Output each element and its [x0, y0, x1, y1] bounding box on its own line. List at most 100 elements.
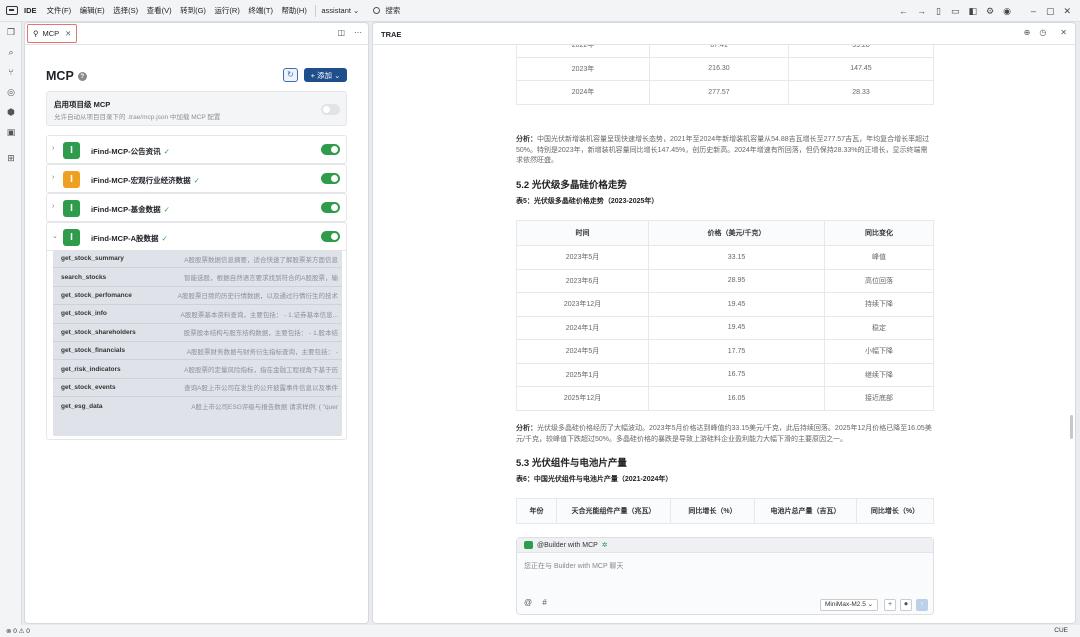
- menu-terminal[interactable]: 终端(T): [248, 5, 273, 16]
- tool-row[interactable]: get_stock_perfomance A股股票日频的历史行情数据，以及通过行情…: [53, 287, 342, 306]
- tool-row[interactable]: get_risk_indicators A股股票的定量风险指标，指在金融工程视角下…: [53, 360, 342, 379]
- explorer-icon[interactable]: ❐: [0, 22, 22, 42]
- maximize-icon[interactable]: ▢: [1046, 6, 1055, 17]
- add-button[interactable]: + 添加 ⌄: [304, 68, 347, 82]
- tool-row[interactable]: search_stocks 智能选股，根据自然语言要求找到符合的A股股票，输: [53, 268, 342, 287]
- mic-icon[interactable]: ⏺: [900, 599, 912, 611]
- mention-icon[interactable]: @: [524, 598, 532, 607]
- tool-desc: 股票股本结构与股东结构数据，主要包括： - 1.股本结: [183, 330, 338, 338]
- mcp-tab-row: ⚲ MCP ✕ ◫ ⋯: [25, 23, 368, 45]
- tab-mcp[interactable]: ⚲ MCP ✕: [27, 24, 78, 43]
- hash-icon[interactable]: #: [542, 598, 546, 607]
- table-row: 2023年5月 33.15 峰值: [516, 245, 934, 270]
- tool-name: search_stocks: [61, 273, 107, 281]
- layout-right-icon[interactable]: ◧: [968, 6, 977, 17]
- trae-header: TRAE ⊕ ◷ ✕: [373, 23, 1075, 45]
- new-chat-icon[interactable]: ⊕: [1024, 28, 1031, 37]
- server-toggle[interactable]: [321, 231, 340, 242]
- search-box[interactable]: 搜索: [373, 5, 400, 16]
- chat-context-bar: @Builder with MCP ✲: [517, 538, 933, 553]
- tool-desc: A股股票数据信息摘要，适合快速了解股票某方面信息: [184, 256, 338, 264]
- tool-row[interactable]: get_stock_events 查询A股上市公司在发生的公开披露事件信息以及事件: [53, 379, 342, 398]
- server-row[interactable]: › I iFind-MCP-基金数据 ✓: [46, 193, 347, 222]
- chevron-right-icon[interactable]: ›: [52, 203, 54, 210]
- minimize-icon[interactable]: –: [1030, 6, 1037, 16]
- close-tab-icon[interactable]: ✕: [65, 29, 71, 38]
- tool-name: get_esg_data: [61, 402, 103, 410]
- send-button[interactable]: ↑: [916, 599, 928, 611]
- chevron-right-icon[interactable]: ›: [52, 145, 54, 152]
- menu-select[interactable]: 选择(S): [113, 5, 138, 16]
- project-mcp-toggle[interactable]: [321, 104, 340, 115]
- activity-bar: ❐ ⌕ ⑂ ◎ ⬢ ▣ ⊞: [0, 22, 22, 625]
- server-toggle[interactable]: [321, 144, 340, 155]
- remote-icon[interactable]: ▣: [0, 122, 22, 142]
- chat-input[interactable]: 您正在与 Builder with MCP 聊天: [524, 561, 623, 571]
- server-icon: I: [63, 171, 80, 188]
- more-icon[interactable]: ⋯: [354, 28, 362, 37]
- settings-icon[interactable]: ⚙: [986, 6, 994, 17]
- layout-left-icon[interactable]: ▯: [935, 6, 942, 17]
- table-row: 2023年 216.30 147.45: [516, 56, 934, 81]
- back-icon[interactable]: ←: [899, 6, 908, 16]
- help-icon[interactable]: ?: [77, 72, 87, 82]
- source-control-icon[interactable]: ⑂: [0, 62, 22, 82]
- chevron-down-icon[interactable]: ⌄: [52, 232, 58, 240]
- scrollbar[interactable]: [1070, 415, 1073, 439]
- account-icon[interactable]: ◉: [1003, 6, 1011, 17]
- chevron-right-icon[interactable]: ›: [52, 174, 54, 181]
- tools-icon[interactable]: ✲: [602, 541, 608, 549]
- chat-actions: @ #: [524, 598, 547, 607]
- tool-desc: 查询A股上市公司在发生的公开披露事件信息以及事件: [184, 385, 338, 393]
- tool-desc: A股股票的定量风险指标，指在金融工程视角下基于历: [184, 367, 338, 375]
- server-row[interactable]: › I iFind-MCP-公告资讯 ✓: [46, 135, 347, 164]
- menu-view[interactable]: 查看(V): [147, 5, 172, 16]
- problems-count[interactable]: ⊗ 0 ⚠ 0: [6, 627, 30, 635]
- menu-help[interactable]: 帮助(H): [281, 5, 306, 16]
- tool-row[interactable]: get_stock_shareholders 股票股本结构与股东结构数据，主要包括…: [53, 324, 342, 342]
- server-name: iFind-MCP-A股数据 ✓: [91, 234, 168, 243]
- server-toggle[interactable]: [321, 202, 340, 213]
- layout-bottom-icon[interactable]: ▭: [951, 6, 960, 17]
- search-files-icon[interactable]: ⌕: [0, 42, 22, 62]
- menu-edit[interactable]: 编辑(E): [80, 5, 105, 16]
- trae-panel: TRAE ⊕ ◷ ✕ 2022年 87.41 59.28 2023年 216.30 14…: [372, 22, 1076, 624]
- trae-header-actions: ⊕ ◷ ✕: [1015, 28, 1067, 37]
- add-context-icon[interactable]: +: [884, 599, 896, 611]
- chat-input-box: @Builder with MCP ✲ 您正在与 Builder with MC…: [516, 537, 934, 615]
- table-row: 2025年12月 16.05 接近底部: [516, 386, 934, 411]
- page-title-text: MCP: [46, 69, 74, 83]
- menu-file[interactable]: 文件(F): [47, 5, 72, 16]
- split-icon[interactable]: ◫: [337, 28, 345, 37]
- forward-icon[interactable]: →: [917, 6, 926, 16]
- table-top: 2022年 87.41 59.28 2023年 216.30 147.45 2024年 2…: [516, 45, 934, 105]
- tool-row[interactable]: get_esg_data A股上市公司ESG评级与报告数据 请求样例: { "qu…: [53, 397, 342, 415]
- tab-actions: ◫ ⋯: [328, 28, 362, 37]
- tool-desc: 智能选股，根据自然语言要求找到符合的A股股票，输: [184, 275, 338, 283]
- tool-desc: A股股票基本资料查询，主要包括： - 1.证券基本信息...: [180, 311, 338, 319]
- tool-name: get_stock_info: [61, 310, 107, 318]
- server-row[interactable]: › I iFind-MCP-宏观行业经济数据 ✓: [46, 164, 347, 193]
- server-toggle[interactable]: [321, 173, 340, 184]
- trae-title: TRAE: [381, 30, 402, 39]
- close-panel-icon[interactable]: ✕: [1060, 28, 1067, 37]
- tool-row[interactable]: get_stock_financials A股股票财务数据与财务衍生指标查询，主要…: [53, 342, 342, 361]
- table-header: 年份 天合光能组件产量（兆瓦） 同比增长（%） 电池片总产量（吉瓦） 同比增长（%）: [516, 498, 934, 524]
- extensions-icon[interactable]: ⬢: [0, 102, 22, 122]
- apps-icon[interactable]: ⊞: [0, 148, 22, 168]
- divider: [315, 4, 317, 17]
- menu-goto[interactable]: 转到(G): [180, 5, 206, 16]
- debug-icon[interactable]: ◎: [0, 82, 22, 102]
- tool-row[interactable]: get_stock_summary A股股票数据信息摘要，适合快速了解股票某方面信…: [53, 250, 342, 269]
- history-icon[interactable]: ◷: [1039, 28, 1046, 37]
- tool-name: get_stock_financials: [61, 347, 125, 355]
- model-select[interactable]: MiniMax-M2.5 ⌄: [820, 599, 878, 611]
- status-right[interactable]: CUE: [1054, 627, 1068, 634]
- close-window-icon[interactable]: ✕: [1063, 6, 1071, 17]
- refresh-button[interactable]: ↻: [283, 68, 298, 82]
- menu-run[interactable]: 运行(R): [214, 5, 239, 16]
- assistant-dropdown[interactable]: assistant ⌄: [321, 6, 359, 15]
- tool-name: get_risk_indicators: [61, 365, 121, 373]
- tools-container: get_stock_summary A股股票数据信息摘要，适合快速了解股票某方面信…: [46, 245, 347, 440]
- tool-row[interactable]: get_stock_info A股股票基本资料查询，主要包括： - 1.证券基本信…: [53, 305, 342, 324]
